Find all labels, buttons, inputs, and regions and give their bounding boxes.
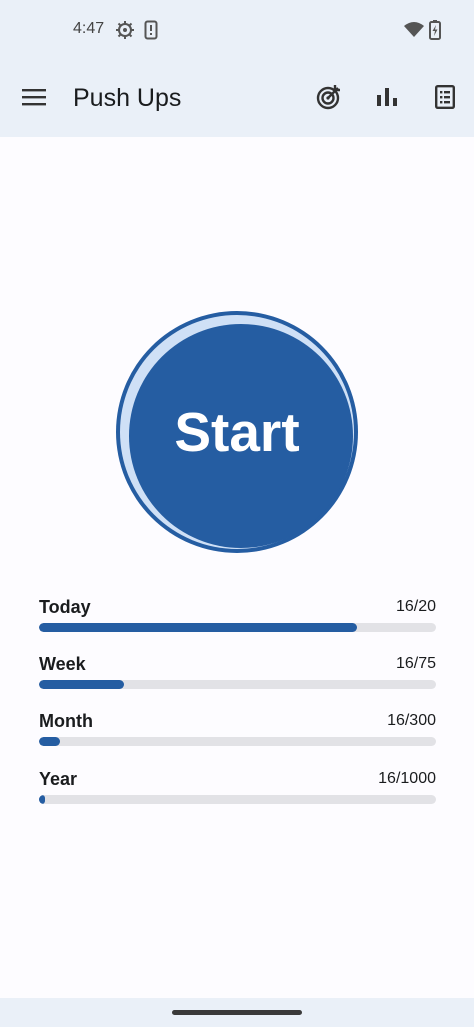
stat-value: 16/300	[387, 712, 436, 729]
progress-track	[39, 680, 436, 689]
goal-button[interactable]	[309, 79, 349, 119]
target-icon	[316, 84, 342, 115]
stat-label: Month	[39, 711, 93, 731]
gesture-nav-bar	[0, 998, 474, 1027]
status-time: 4:47	[73, 20, 105, 37]
stat-value: 16/20	[395, 598, 436, 615]
stat-value: 16/75	[395, 655, 436, 672]
bar-chart-icon	[376, 87, 398, 112]
stat-label: Year	[39, 769, 78, 789]
statistics-button[interactable]	[367, 79, 407, 119]
stat-today: Today 16/20	[39, 597, 436, 637]
status-bar: 4:47	[0, 0, 474, 62]
progress-track	[39, 623, 436, 632]
start-button[interactable]: Start	[116, 311, 358, 553]
stat-week: Week 16/75	[39, 654, 436, 694]
stat-value: 16/1000	[378, 770, 436, 787]
stat-year: Year 16/1000	[39, 769, 436, 809]
progress-fill	[39, 680, 124, 689]
log-button[interactable]	[425, 79, 465, 119]
hamburger-menu-icon	[22, 88, 46, 111]
menu-button[interactable]	[14, 79, 54, 119]
list-document-icon	[435, 84, 456, 114]
app-bar: Push Ups	[0, 62, 474, 137]
settings-gear-icon	[115, 20, 135, 45]
stat-month: Month 16/300	[39, 711, 436, 751]
progress-fill	[39, 795, 45, 804]
progress-track	[39, 737, 436, 746]
stat-label: Today	[39, 597, 91, 617]
progress-track	[39, 795, 436, 804]
home-gesture-handle[interactable]	[172, 1010, 302, 1015]
battery-icon	[429, 20, 441, 45]
progress-fill	[39, 737, 60, 746]
start-button-label: Start	[174, 401, 300, 463]
stat-label: Week	[39, 654, 86, 674]
phone-alert-icon	[144, 20, 158, 45]
app-title: Push Ups	[73, 84, 182, 112]
progress-fill	[39, 623, 357, 632]
wifi-icon	[404, 22, 424, 43]
